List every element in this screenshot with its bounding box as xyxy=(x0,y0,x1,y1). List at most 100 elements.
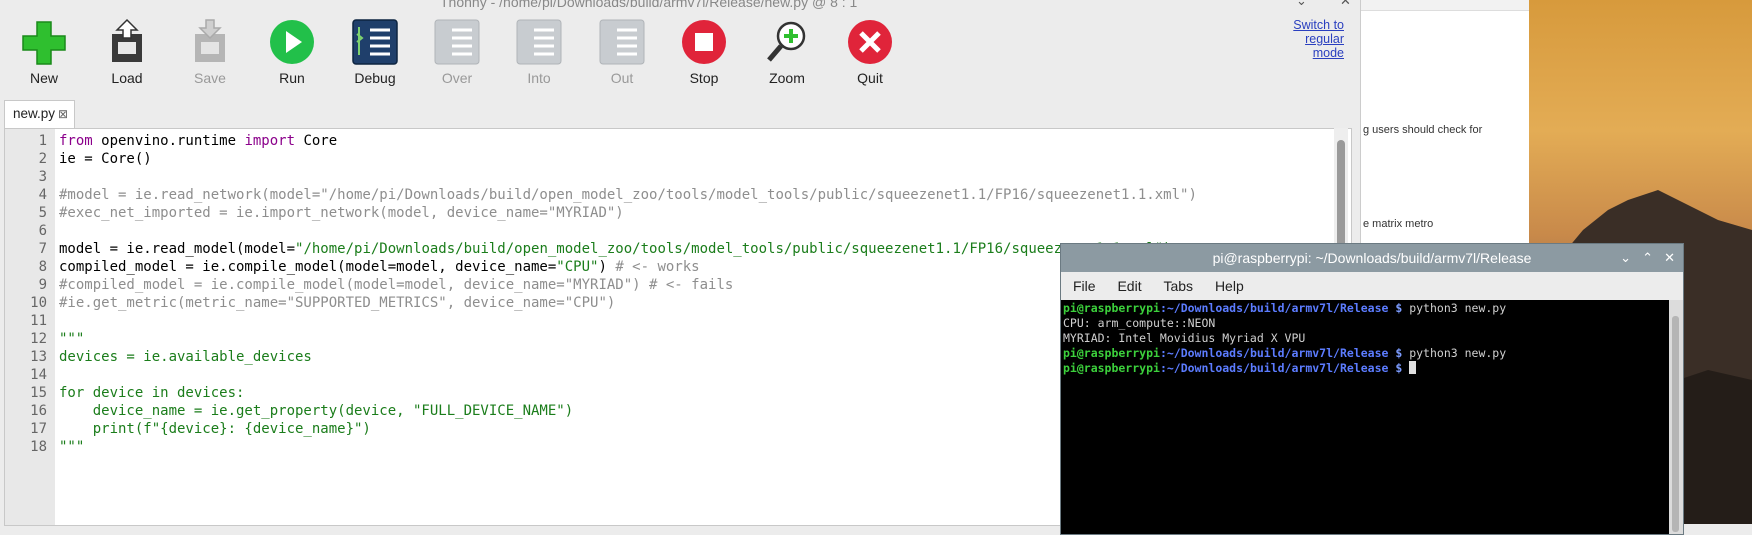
line-number: 11 xyxy=(30,313,47,329)
terminal-scrollbar-thumb[interactable] xyxy=(1672,316,1679,532)
line-number: 17 xyxy=(30,421,47,437)
background-text-2: e matrix metro xyxy=(1363,218,1434,230)
step-into-button[interactable]: Into xyxy=(504,18,574,86)
step-into-label: Into xyxy=(527,70,551,86)
prompt-path: :~/Downloads/build/armv7l/Release xyxy=(1159,346,1389,360)
menu-help[interactable]: Help xyxy=(1215,278,1244,294)
line-number: 16 xyxy=(30,403,47,419)
step-over-button[interactable]: Over xyxy=(422,18,492,86)
terminal-line: pi@raspberrypi:~/Downloads/build/armv7l/… xyxy=(1063,361,1417,375)
terminal-line: pi@raspberrypi:~/Downloads/build/armv7l/… xyxy=(1063,301,1506,315)
step-out-label: Out xyxy=(610,70,634,86)
background-window-topbar xyxy=(1361,0,1529,11)
line-number: 9 xyxy=(38,277,47,293)
keyword: from xyxy=(59,133,93,149)
code-text: model = ie.read_model(model= xyxy=(59,241,296,257)
code-line-8: compiled_model = ie.compile_model(model=… xyxy=(59,259,700,275)
terminal-titlebar[interactable]: pi@raspberrypi: ~/Downloads/build/armv7l… xyxy=(1061,244,1683,272)
switch-mode-line2: regular xyxy=(1305,32,1344,46)
step-into-icon xyxy=(514,18,564,66)
prompt-user: pi@raspberrypi xyxy=(1063,361,1160,375)
terminal-line: pi@raspberrypi:~/Downloads/build/armv7l/… xyxy=(1063,346,1506,360)
background-text-1: g users should check for xyxy=(1363,124,1483,136)
debug-button[interactable]: Debug xyxy=(340,18,410,86)
switch-mode-link[interactable]: Switch to regular mode xyxy=(1268,18,1344,60)
command: python3 new.py xyxy=(1409,301,1507,315)
step-out-button[interactable]: Out xyxy=(587,18,657,86)
save-label: Save xyxy=(194,70,226,86)
line-number: 6 xyxy=(38,223,47,239)
terminal-output[interactable]: pi@raspberrypi:~/Downloads/build/armv7l/… xyxy=(1061,300,1669,534)
zoom-button[interactable]: Zoom xyxy=(752,18,822,86)
switch-mode-line1: Switch to xyxy=(1293,18,1344,32)
terminal-scrollbar[interactable] xyxy=(1669,300,1683,534)
line-number: 7 xyxy=(38,241,47,257)
line-number: 2 xyxy=(38,151,47,167)
code-comment: # <- works xyxy=(615,259,700,275)
save-button[interactable]: Save xyxy=(175,18,245,86)
prompt-dollar: $ xyxy=(1388,361,1410,375)
line-number: 4 xyxy=(38,187,47,203)
new-button[interactable]: New xyxy=(9,18,79,86)
quit-button[interactable]: Quit xyxy=(835,18,905,86)
new-file-icon xyxy=(19,18,69,66)
debug-icon xyxy=(350,18,400,66)
zoom-label: Zoom xyxy=(769,70,805,86)
run-icon xyxy=(267,18,317,66)
code-line-16: device_name = ie.get_property(device, "F… xyxy=(59,403,574,419)
code-line-10: #ie.get_metric(metric_name="SUPPORTED_ME… xyxy=(59,295,616,311)
menu-tabs[interactable]: Tabs xyxy=(1163,278,1193,294)
menu-edit[interactable]: Edit xyxy=(1117,278,1141,294)
line-number: 14 xyxy=(30,367,47,383)
terminal-maximize-icon[interactable]: ⌃ xyxy=(1642,244,1653,272)
code-line-2: ie = Core() xyxy=(59,151,152,167)
terminal-line: CPU: arm_compute::NEON xyxy=(1063,316,1216,330)
line-number: 18 xyxy=(30,439,47,455)
load-icon xyxy=(102,18,152,66)
step-over-label: Over xyxy=(441,70,473,86)
terminal-title: pi@raspberrypi: ~/Downloads/build/armv7l… xyxy=(1212,250,1532,266)
code-text: Core xyxy=(295,133,338,149)
tab-close-icon[interactable]: ⊠ xyxy=(58,107,68,121)
run-label: Run xyxy=(279,70,305,86)
quit-icon xyxy=(845,18,895,66)
debug-label: Debug xyxy=(354,70,396,86)
line-number: 13 xyxy=(30,349,47,365)
stop-label: Stop xyxy=(689,70,719,86)
tab-new-py[interactable]: new.py ⊠ xyxy=(4,100,76,128)
line-number: 12 xyxy=(30,331,47,347)
load-button[interactable]: Load xyxy=(92,18,162,86)
code-line-4: #model = ie.read_network(model="/home/pi… xyxy=(59,187,1197,203)
code-line-17: print(f"{device}: {device_name}") xyxy=(59,421,371,437)
terminal-close-icon[interactable]: ✕ xyxy=(1664,244,1675,272)
code-line-5: #exec_net_imported = ie.import_network(m… xyxy=(59,205,624,221)
command: python3 new.py xyxy=(1409,346,1507,360)
toolbar: New Load Save Run Debug Over Into Out St… xyxy=(0,0,1360,100)
line-number: 8 xyxy=(38,259,47,275)
line-number: 5 xyxy=(38,205,47,221)
run-button[interactable]: Run xyxy=(257,18,327,86)
code-line-18: """ xyxy=(59,439,85,455)
prompt-dollar: $ xyxy=(1388,346,1410,360)
quit-label: Quit xyxy=(857,70,883,86)
prompt-path: :~/Downloads/build/armv7l/Release xyxy=(1159,301,1389,315)
code-text: ) xyxy=(598,259,616,275)
step-over-icon xyxy=(432,18,482,66)
code-line-7: model = ie.read_model(model="/home/pi/Do… xyxy=(59,241,1172,257)
menu-file[interactable]: File xyxy=(1073,278,1096,294)
prompt-user: pi@raspberrypi xyxy=(1063,301,1160,315)
terminal-minimize-icon[interactable]: ⌄ xyxy=(1620,244,1631,272)
tab-label: new.py xyxy=(13,106,56,121)
stop-icon xyxy=(679,18,729,66)
line-number: 10 xyxy=(30,295,47,311)
keyword: import xyxy=(244,133,296,149)
save-icon xyxy=(185,18,235,66)
text-cursor xyxy=(1409,361,1417,374)
code-line-13: devices = ie.available_devices xyxy=(59,349,312,365)
prompt-dollar: $ xyxy=(1388,301,1410,315)
string-literal: "CPU" xyxy=(556,259,599,275)
stop-button[interactable]: Stop xyxy=(669,18,739,86)
code-line-9: #compiled_model = ie.compile_model(model… xyxy=(59,277,734,293)
zoom-icon xyxy=(762,18,812,66)
switch-mode-line3: mode xyxy=(1312,46,1344,60)
